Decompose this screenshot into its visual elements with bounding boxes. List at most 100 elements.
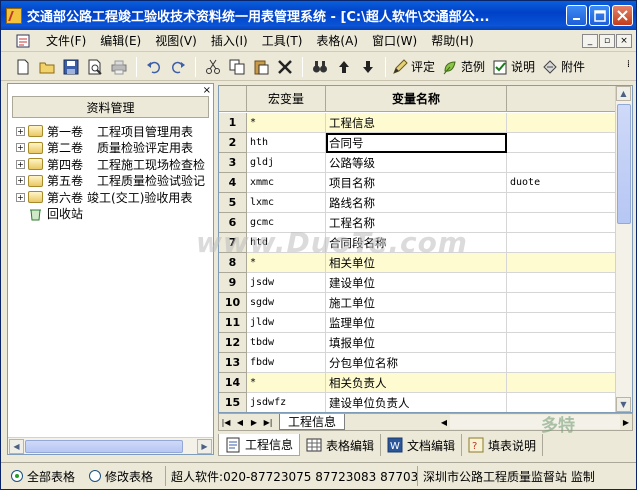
redo-button[interactable] xyxy=(167,56,189,78)
radio-modified-tables-label[interactable]: 修改表格 xyxy=(105,468,153,485)
row-number[interactable]: 12 xyxy=(219,333,247,353)
macro-cell[interactable]: * xyxy=(247,373,326,393)
close-button[interactable] xyxy=(612,5,633,26)
mdi-restore-button[interactable]: ▫ xyxy=(599,34,615,48)
copy-button[interactable] xyxy=(226,56,248,78)
find-button[interactable] xyxy=(309,56,331,78)
tree-item-recycle[interactable]: 回收站 xyxy=(16,206,211,223)
scroll-up-icon[interactable]: ▲ xyxy=(616,86,631,101)
expand-icon[interactable]: + xyxy=(16,159,25,169)
delete-button[interactable] xyxy=(274,56,296,78)
tree-item[interactable]: + 第五卷 工程质量检验试验记 xyxy=(16,173,211,190)
extra-cell[interactable] xyxy=(507,293,617,313)
table-row[interactable]: 2 hth 合同号 xyxy=(219,133,617,153)
menu-tools[interactable]: 工具(T) xyxy=(255,32,310,49)
variable-name-cell[interactable]: 施工单位 xyxy=(326,293,507,313)
menu-file[interactable]: 文件(F) xyxy=(39,32,93,49)
toolbar-overflow-icon[interactable]: ⁞ xyxy=(627,59,630,70)
variable-name-cell[interactable]: 建设单位负责人 xyxy=(326,393,507,412)
maximize-button[interactable] xyxy=(589,5,610,26)
attachment-button[interactable]: 附件 xyxy=(542,56,585,78)
tree-item[interactable]: + 第一卷 工程项目管理用表 xyxy=(16,123,211,140)
prev-sheet-icon[interactable]: ◀ xyxy=(233,415,247,429)
tab-project-info[interactable]: 工程信息 xyxy=(218,434,301,456)
extra-cell[interactable] xyxy=(507,313,617,333)
variable-name-cell[interactable]: 建设单位 xyxy=(326,273,507,293)
grid-horizontal-scrollbar[interactable] xyxy=(450,415,620,429)
row-number[interactable]: 2 xyxy=(219,133,247,153)
next-sheet-icon[interactable]: ▶ xyxy=(247,415,261,429)
grid-vertical-scrollbar[interactable]: ▲ ▼ xyxy=(615,86,632,412)
row-number[interactable]: 7 xyxy=(219,233,247,253)
macro-cell[interactable]: jldw xyxy=(247,313,326,333)
mdi-close-button[interactable]: × xyxy=(616,34,632,48)
grid-corner[interactable] xyxy=(219,86,247,112)
variable-name-cell[interactable]: 项目名称 xyxy=(326,173,507,193)
print-button[interactable] xyxy=(108,56,130,78)
expand-icon[interactable]: + xyxy=(16,176,25,186)
print-preview-button[interactable] xyxy=(84,56,106,78)
column-header-extra[interactable] xyxy=(507,86,617,112)
table-row[interactable]: 15 jsdwfz 建设单位负责人 xyxy=(219,393,617,412)
table-row[interactable]: 3 gldj 公路等级 xyxy=(219,153,617,173)
variable-name-cell[interactable]: 相关单位 xyxy=(326,253,507,273)
variable-name-cell[interactable]: 相关负责人 xyxy=(326,373,507,393)
macro-cell[interactable]: * xyxy=(247,253,326,273)
table-row[interactable]: 5 lxmc 路线名称 xyxy=(219,193,617,213)
row-number[interactable]: 1 xyxy=(219,113,247,133)
tab-table-edit[interactable]: 表格编辑 xyxy=(300,434,382,456)
undo-button[interactable] xyxy=(143,56,165,78)
panel-header[interactable]: 资料管理 xyxy=(12,96,209,118)
extra-cell[interactable] xyxy=(507,153,617,173)
extra-cell[interactable] xyxy=(507,353,617,373)
macro-cell[interactable]: htd xyxy=(247,233,326,253)
expand-icon[interactable]: + xyxy=(16,126,25,136)
extra-cell[interactable] xyxy=(507,113,617,133)
menu-view[interactable]: 视图(V) xyxy=(148,32,204,49)
panel-horizontal-scrollbar[interactable]: ◀ ▶ xyxy=(8,437,213,454)
extra-cell[interactable] xyxy=(507,333,617,353)
extra-cell[interactable] xyxy=(507,133,617,153)
paste-button[interactable] xyxy=(250,56,272,78)
tab-document-edit[interactable]: W 文档编辑 xyxy=(381,434,463,456)
menu-table[interactable]: 表格(A) xyxy=(309,32,365,49)
row-number[interactable]: 3 xyxy=(219,153,247,173)
table-row[interactable]: 13 fbdw 分包单位名称 xyxy=(219,353,617,373)
macro-cell[interactable]: gcmc xyxy=(247,213,326,233)
scroll-left-icon[interactable]: ◀ xyxy=(9,439,24,454)
sample-button[interactable]: 范例 xyxy=(442,56,485,78)
macro-cell[interactable]: sgdw xyxy=(247,293,326,313)
scroll-right-icon[interactable]: ▶ xyxy=(197,439,212,454)
evaluate-button[interactable]: 评定 xyxy=(392,56,435,78)
move-down-button[interactable] xyxy=(357,56,379,78)
variable-name-cell[interactable]: 合同段名称 xyxy=(326,233,507,253)
macro-cell[interactable]: gldj xyxy=(247,153,326,173)
row-number[interactable]: 15 xyxy=(219,393,247,412)
tree-item[interactable]: + 第二卷 质量检验评定用表 xyxy=(16,140,211,157)
cut-button[interactable] xyxy=(202,56,224,78)
table-row[interactable]: 12 tbdw 填报单位 xyxy=(219,333,617,353)
extra-cell[interactable]: duote xyxy=(507,173,617,193)
scroll-thumb[interactable] xyxy=(25,440,183,453)
table-row[interactable]: 1 * 工程信息 xyxy=(219,113,617,133)
row-number[interactable]: 8 xyxy=(219,253,247,273)
row-number[interactable]: 10 xyxy=(219,293,247,313)
table-row[interactable]: 9 jsdw 建设单位 xyxy=(219,273,617,293)
title-bar[interactable]: 交通部公路工程竣工验收技术资料统一用表管理系统 - [C:\超人软件\交通部公.… xyxy=(1,1,636,30)
variable-name-cell[interactable]: 工程名称 xyxy=(326,213,507,233)
description-button[interactable]: 说明 xyxy=(492,56,535,78)
app-icon[interactable] xyxy=(6,7,22,24)
new-button[interactable] xyxy=(12,56,34,78)
menu-window[interactable]: 窗口(W) xyxy=(365,32,424,49)
table-row[interactable]: 10 sgdw 施工单位 xyxy=(219,293,617,313)
scroll-thumb[interactable] xyxy=(617,104,631,224)
extra-cell[interactable] xyxy=(507,253,617,273)
minimize-button[interactable] xyxy=(566,5,587,26)
macro-cell[interactable]: lxmc xyxy=(247,193,326,213)
open-button[interactable] xyxy=(36,56,58,78)
macro-cell[interactable]: jsdwfz xyxy=(247,393,326,412)
save-button[interactable] xyxy=(60,56,82,78)
variable-name-cell[interactable]: 监理单位 xyxy=(326,313,507,333)
hscroll-right-icon[interactable]: ▶ xyxy=(620,415,632,429)
radio-modified-tables[interactable] xyxy=(89,470,102,482)
